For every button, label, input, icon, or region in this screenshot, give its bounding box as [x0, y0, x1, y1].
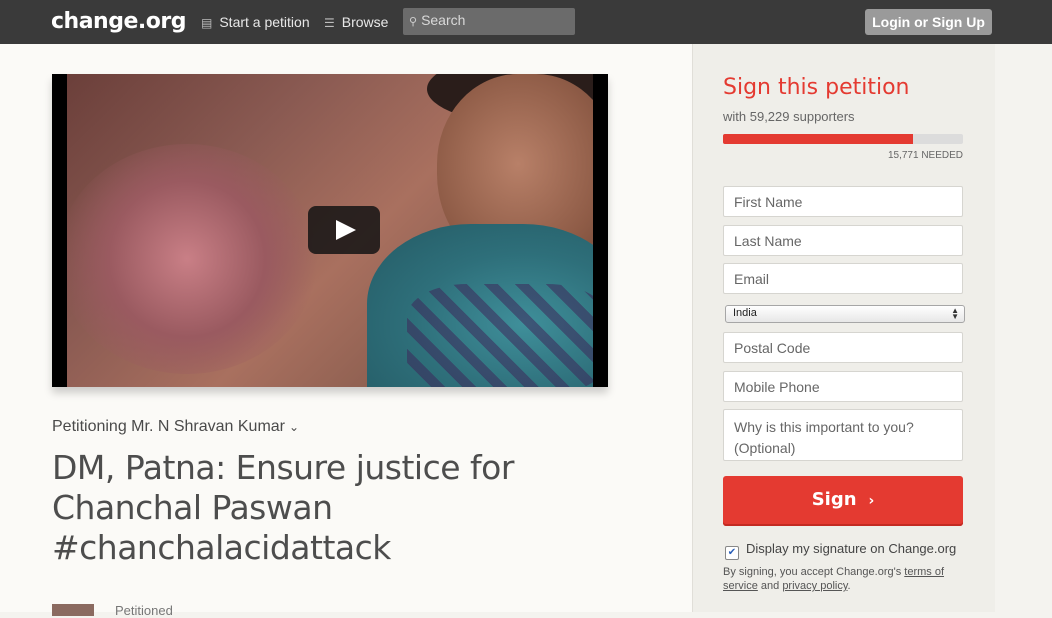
postal-code-field[interactable]	[723, 332, 963, 363]
petitioning-label: Petitioning Mr. N Shravan Kumar	[52, 418, 285, 435]
supporters-count: with 59,229 supporters	[723, 109, 855, 124]
last-name-field[interactable]	[723, 225, 963, 256]
sign-button[interactable]: Sign ›	[723, 476, 963, 526]
first-name-input[interactable]	[724, 187, 962, 216]
list-icon: ☰	[324, 16, 335, 30]
petition-title: DM, Patna: Ensure justice for Chanchal P…	[52, 448, 514, 567]
sign-panel-title: Sign this petition	[723, 75, 910, 100]
avatar	[52, 604, 94, 616]
video-thumbnail	[67, 74, 593, 387]
postal-code-input[interactable]	[724, 333, 962, 362]
first-name-field[interactable]	[723, 186, 963, 217]
country-select[interactable]: India ▲ ▼	[725, 305, 965, 323]
search-input[interactable]	[421, 12, 562, 28]
last-name-input[interactable]	[724, 226, 962, 255]
play-button-icon[interactable]	[308, 206, 380, 254]
chevron-right-icon: ›	[868, 493, 875, 509]
privacy-policy-link[interactable]: privacy policy	[782, 580, 847, 592]
progress-fill	[723, 134, 913, 144]
petition-by-label: Petitioned	[115, 603, 173, 618]
login-signup-button[interactable]: Login or Sign Up	[865, 9, 992, 35]
sign-panel	[692, 44, 995, 612]
display-signature-checkbox[interactable]: ✔	[725, 546, 739, 560]
country-select-value: India	[733, 307, 757, 319]
nav-start-petition[interactable]: ▤ Start a petition	[201, 14, 310, 30]
reason-textarea[interactable]	[724, 410, 962, 460]
nav-browse[interactable]: ☰ Browse	[324, 14, 388, 30]
document-icon: ▤	[201, 16, 213, 30]
search-icon: ⚲	[409, 16, 418, 28]
chevron-down-icon: ⌄	[289, 420, 300, 434]
terms-suffix: .	[847, 580, 851, 592]
top-navigation-bar: change.org ▤ Start a petition ☰ Browse ⚲ L…	[0, 0, 1052, 44]
nav-start-petition-label: Start a petition	[219, 14, 310, 30]
terms-notice: By signing, you accept Change.org's term…	[723, 565, 963, 593]
email-field[interactable]	[723, 263, 963, 294]
email-input[interactable]	[724, 264, 962, 293]
search-box[interactable]: ⚲	[403, 8, 575, 35]
petition-video[interactable]	[52, 74, 608, 387]
petitioning-target[interactable]: Petitioning Mr. N Shravan Kumar ⌄	[52, 418, 299, 436]
display-signature-option[interactable]: ✔ Display my signature on Change.org	[725, 541, 956, 560]
thumbnail-sari-pattern	[407, 284, 593, 387]
select-arrows-icon: ▲ ▼	[951, 306, 959, 321]
sign-button-label: Sign	[811, 489, 857, 510]
mobile-phone-field[interactable]	[723, 371, 963, 402]
nav-browse-label: Browse	[341, 14, 389, 30]
signatures-needed: 15,771 NEEDED	[887, 150, 963, 161]
terms-and: and	[757, 580, 783, 592]
change-org-logo[interactable]: change.org	[51, 9, 186, 34]
mobile-phone-input[interactable]	[724, 372, 962, 401]
blurred-region	[67, 144, 317, 374]
display-signature-label: Display my signature on Change.org	[746, 541, 957, 556]
terms-prefix: By signing, you accept Change.org's	[723, 566, 905, 578]
signature-progress-bar	[723, 134, 963, 144]
reason-field[interactable]	[723, 409, 963, 461]
